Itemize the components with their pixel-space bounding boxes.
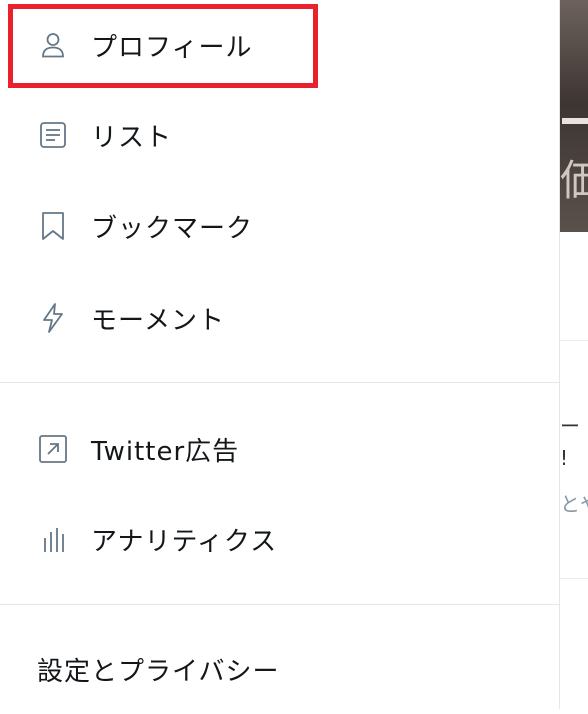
menu-item-moments[interactable]: モーメント xyxy=(0,273,559,363)
analytics-icon xyxy=(37,523,69,555)
background-app: 価 ー ! とや xyxy=(560,0,588,709)
menu-item-label: 設定とプライバシー xyxy=(37,656,280,687)
list-icon xyxy=(37,119,69,151)
background-divider xyxy=(560,340,588,341)
menu-item-label: アナリティクス xyxy=(91,526,278,557)
lightning-icon xyxy=(37,302,69,334)
menu-item-label: Twitter広告 xyxy=(91,436,240,467)
background-text: ー xyxy=(560,414,580,438)
bookmark-icon xyxy=(37,210,69,242)
menu-divider xyxy=(0,382,559,383)
background-text: ! xyxy=(560,446,569,470)
menu-item-label: リスト xyxy=(91,122,173,153)
menu-item-profile[interactable]: プロフィール xyxy=(0,0,559,90)
menu-item-label: モーメント xyxy=(91,305,225,336)
menu-item-twitter-ads[interactable]: Twitter広告 xyxy=(0,404,559,494)
background-text: とや xyxy=(560,492,588,516)
background-divider xyxy=(560,578,588,579)
menu-item-label: プロフィール xyxy=(91,32,253,63)
person-icon xyxy=(37,29,69,61)
external-link-icon xyxy=(37,433,69,465)
menu-item-lists[interactable]: リスト xyxy=(0,90,559,180)
background-photo-overlay xyxy=(562,118,588,124)
menu-item-bookmarks[interactable]: ブックマーク xyxy=(0,181,559,271)
background-headline-char: 価 xyxy=(560,156,588,205)
menu-divider xyxy=(0,604,559,605)
menu-item-label: ブックマーク xyxy=(91,213,254,244)
menu-item-settings-privacy[interactable]: 設定とプライバシー xyxy=(0,624,559,714)
navigation-drawer: プロフィール リスト ブックマーク モーメント Twitter広告 アナリティク… xyxy=(0,0,560,709)
menu-item-analytics[interactable]: アナリティクス xyxy=(0,494,559,584)
background-photo: 価 xyxy=(560,0,588,232)
